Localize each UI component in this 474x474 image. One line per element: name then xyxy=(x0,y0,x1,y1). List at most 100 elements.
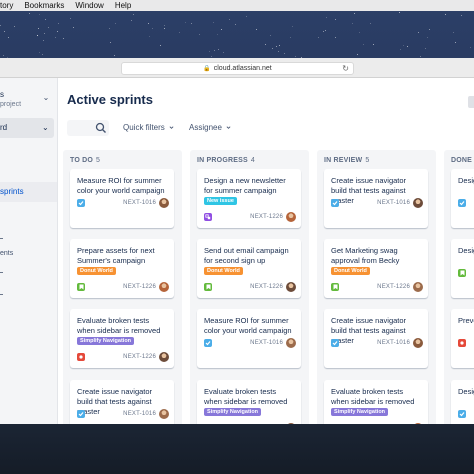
issue-key[interactable]: NEXT-1016 xyxy=(377,200,410,206)
assignee-avatar[interactable] xyxy=(413,423,423,424)
epic-lozenge[interactable]: Simplify Navigation xyxy=(331,408,389,416)
assignee-avatar[interactable] xyxy=(286,282,296,292)
quick-filters-label: Quick filters xyxy=(123,123,165,132)
chevron-icon[interactable]: ⌄ xyxy=(40,92,52,104)
browser-toolbar: 🔒 cloud.atlassian.net ↻ xyxy=(0,58,474,78)
project-sidebar: s project ⌄ rd ⌄ sprints ents xyxy=(0,78,58,424)
board-selector[interactable]: rd ⌄ xyxy=(0,118,54,138)
star xyxy=(291,25,293,27)
issue-card[interactable]: Measure ROI for summer color your world … xyxy=(197,309,301,368)
sidebar-item-components[interactable]: ents xyxy=(0,250,13,257)
star xyxy=(72,26,74,28)
assignee-avatar[interactable] xyxy=(413,282,423,292)
board-column-done: DONE8 Desig the h Desig the h Preve tracks … xyxy=(444,150,474,424)
issue-key[interactable]: NEXT-1016 xyxy=(250,340,283,346)
assignee-filter-button[interactable]: Assignee xyxy=(189,123,231,132)
issue-card[interactable]: Desig the h xyxy=(451,239,474,298)
issue-key[interactable]: NEXT-1226 xyxy=(123,354,156,360)
issue-key[interactable]: NEXT-1226 xyxy=(377,284,410,290)
assignee-avatar[interactable] xyxy=(159,198,169,208)
star xyxy=(418,31,420,33)
assignee-avatar[interactable] xyxy=(286,338,296,348)
search-input[interactable] xyxy=(67,120,109,136)
issue-card[interactable]: Prepare assets for next Summer's campaig… xyxy=(70,239,174,298)
issue-card[interactable]: Design a new newsletter for summer campa… xyxy=(197,169,301,228)
issue-card[interactable]: Measure ROI for summer color your world … xyxy=(70,169,174,228)
bug-icon xyxy=(458,339,466,347)
star xyxy=(149,35,151,37)
epic-lozenge[interactable]: Donut World xyxy=(77,267,116,275)
assignee-avatar[interactable] xyxy=(286,423,296,424)
assignee-avatar[interactable] xyxy=(159,282,169,292)
more-button[interactable] xyxy=(468,96,474,108)
epic-lozenge[interactable]: Donut World xyxy=(331,267,370,275)
star xyxy=(271,47,273,49)
star xyxy=(62,38,64,40)
epic-lozenge[interactable]: New issue xyxy=(204,197,237,205)
issue-key[interactable]: NEXT-1226 xyxy=(250,214,283,220)
issue-key[interactable]: NEXT-1016 xyxy=(377,340,410,346)
epic-lozenge[interactable]: Simplify Navigation xyxy=(77,337,135,345)
issue-card[interactable]: Desig the h xyxy=(451,169,474,228)
star xyxy=(424,47,426,49)
star xyxy=(426,36,428,38)
star xyxy=(43,33,45,35)
assignee-avatar[interactable] xyxy=(159,352,169,362)
assignee-avatar[interactable] xyxy=(286,212,296,222)
star xyxy=(235,23,237,25)
column-count: 5 xyxy=(365,157,370,164)
issue-card[interactable]: Evaluate broken tests when sidebar is re… xyxy=(197,380,301,424)
issue-card[interactable]: Get Marketing swag approval from Becky Do… xyxy=(324,239,428,298)
project-title[interactable]: s xyxy=(0,90,4,99)
issue-key[interactable]: NEXT-1226 xyxy=(123,284,156,290)
sidebar-item-active-sprints[interactable]: sprints xyxy=(0,182,57,202)
column-name: IN PROGRESS xyxy=(197,157,248,164)
column-header: DONE8 xyxy=(451,157,474,164)
star xyxy=(325,16,327,18)
issue-key[interactable]: NEXT-1226 xyxy=(250,284,283,290)
assignee-avatar[interactable] xyxy=(159,409,169,419)
star xyxy=(113,54,115,56)
star xyxy=(322,30,324,32)
epic-lozenge[interactable]: Donut World xyxy=(204,267,243,275)
reload-icon[interactable]: ↻ xyxy=(342,64,349,73)
menu-help[interactable]: Help xyxy=(115,0,131,11)
star xyxy=(370,23,372,25)
star xyxy=(362,43,364,45)
issue-card[interactable]: Create issue navigator build that tests … xyxy=(70,380,174,424)
issue-card[interactable]: Create issue navigator build that tests … xyxy=(324,169,428,228)
star xyxy=(318,36,320,38)
assignee-avatar[interactable] xyxy=(413,198,423,208)
issue-card[interactable]: Evaluate broken tests when sidebar is re… xyxy=(70,309,174,368)
issue-card[interactable]: Desig the h xyxy=(451,380,474,424)
issue-key[interactable]: NEXT-1016 xyxy=(123,411,156,417)
bug-icon xyxy=(77,353,85,361)
star xyxy=(284,52,286,54)
sidebar-dot xyxy=(0,238,3,239)
card-title: Measure ROI for summer color your world … xyxy=(77,176,165,195)
board-label: rd xyxy=(0,123,8,132)
menu-bookmarks[interactable]: Bookmarks xyxy=(24,0,64,11)
star xyxy=(37,34,39,36)
address-bar[interactable]: 🔒 cloud.atlassian.net ↻ xyxy=(121,62,354,75)
issue-card[interactable]: Send out email campaign for second sign … xyxy=(197,239,301,298)
menu-history[interactable]: tory xyxy=(0,0,13,11)
assignee-label: Assignee xyxy=(189,123,222,132)
chevron-down-icon: ⌄ xyxy=(42,123,49,132)
issue-key[interactable]: NEXT-1016 xyxy=(123,200,156,206)
issue-card[interactable]: Preve tracks sideb xyxy=(451,309,474,368)
issue-card[interactable]: Create issue navigator build that tests … xyxy=(324,309,428,368)
quick-filters-button[interactable]: Quick filters xyxy=(123,123,174,132)
star xyxy=(39,51,41,53)
star xyxy=(223,51,225,53)
epic-lozenge[interactable]: Simplify Navigation xyxy=(204,408,262,416)
menu-window[interactable]: Window xyxy=(75,0,103,11)
assignee-avatar[interactable] xyxy=(413,338,423,348)
desktop-horizon xyxy=(0,424,474,474)
star xyxy=(403,44,405,46)
issue-card[interactable]: Evaluate broken tests when sidebar is re… xyxy=(324,380,428,424)
url-text: cloud.atlassian.net xyxy=(213,65,272,72)
star xyxy=(406,46,408,48)
star xyxy=(114,23,116,25)
column-header: IN REVIEW 5 xyxy=(324,157,369,164)
